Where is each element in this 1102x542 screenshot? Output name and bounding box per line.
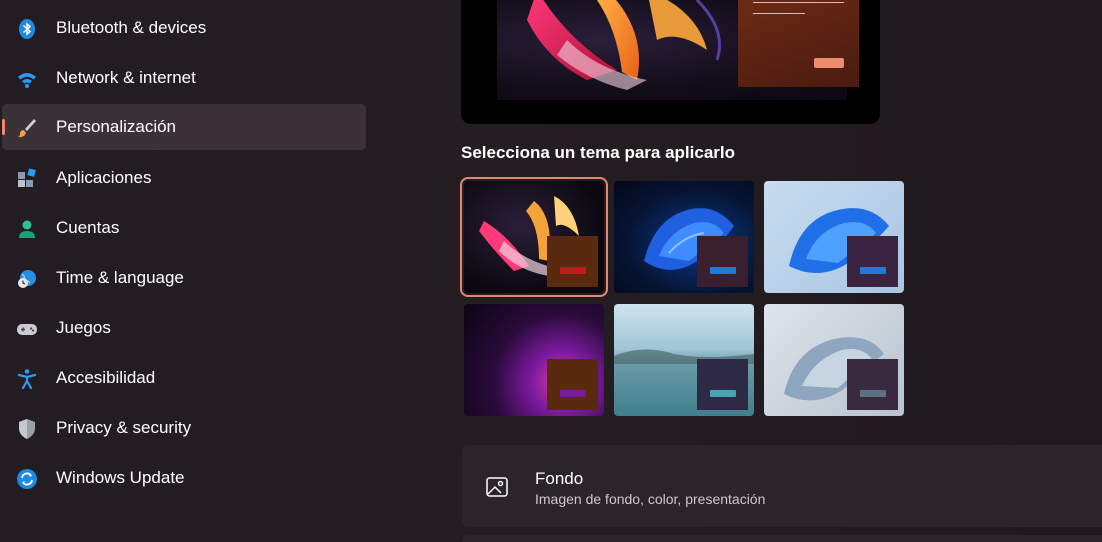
sidebar-nav: Bluetooth & devices Network & internet P…: [0, 0, 372, 542]
picture-icon: [486, 477, 508, 497]
theme-window-preview: [547, 359, 598, 410]
preview-text-line: [753, 13, 805, 14]
sidebar-item-bluetooth[interactable]: Bluetooth & devices: [2, 5, 366, 51]
theme-sunrise-light[interactable]: [764, 304, 904, 416]
sidebar-item-gaming[interactable]: Juegos: [2, 305, 366, 351]
theme-preview: [461, 0, 880, 124]
accessibility-icon: [17, 369, 37, 390]
background-setting-subtitle: Imagen de fondo, color, presentación: [535, 491, 766, 507]
sidebar-item-label: Network & internet: [56, 68, 196, 87]
background-setting-card[interactable]: Fondo Imagen de fondo, color, presentaci…: [462, 445, 1102, 527]
sidebar-item-privacy[interactable]: Privacy & security: [2, 405, 366, 451]
brush-icon: [18, 119, 36, 138]
sidebar-item-label: Aplicaciones: [56, 168, 152, 187]
gamepad-icon: [17, 324, 37, 335]
bluetooth-icon: [19, 19, 35, 39]
sidebar-item-network[interactable]: Network & internet: [2, 55, 366, 101]
sidebar-item-label: Personalización: [56, 117, 177, 136]
sidebar-item-label: Accesibilidad: [56, 368, 156, 387]
sidebar-item-label: Cuentas: [56, 218, 120, 237]
preview-text-line: [753, 2, 844, 3]
preview-accent-button: [814, 58, 844, 68]
background-setting-title: Fondo: [535, 469, 584, 488]
globe-clock-icon: [18, 270, 36, 288]
sidebar-item-label: Bluetooth & devices: [56, 18, 207, 37]
sidebar-item-windows-update[interactable]: Windows Update: [2, 455, 366, 501]
theme-window-preview: [847, 359, 898, 410]
sidebar-item-label: Time & language: [56, 268, 184, 287]
sidebar-item-accessibility[interactable]: Accesibilidad: [2, 355, 366, 401]
person-icon: [19, 220, 35, 238]
theme-window-preview: [547, 236, 598, 287]
theme-flow-lake[interactable]: [614, 304, 754, 416]
theme-glow-dark[interactable]: [460, 177, 608, 297]
theme-bloom-dark[interactable]: [614, 181, 754, 293]
selection-indicator: [2, 119, 5, 135]
theme-captured-motion[interactable]: [464, 304, 604, 416]
apps-icon: [18, 168, 36, 187]
preview-window: [738, 0, 859, 87]
settings-window: Bluetooth & devices Network & internet P…: [0, 0, 1102, 542]
theme-accent-bar: [710, 390, 736, 397]
sidebar-item-label: Windows Update: [56, 468, 185, 487]
theme-window-preview: [697, 236, 748, 287]
sidebar-item-label: Privacy & security: [56, 418, 192, 437]
shield-icon: [19, 419, 35, 439]
sidebar-item-accounts[interactable]: Cuentas: [2, 205, 366, 251]
theme-accent-bar: [860, 390, 886, 397]
sidebar-item-time-language[interactable]: Time & language: [2, 255, 366, 301]
theme-accent-bar: [560, 390, 586, 397]
theme-window-preview: [847, 236, 898, 287]
themes-section-title: Selecciona un tema para aplicarlo: [461, 143, 736, 162]
theme-accent-bar: [710, 267, 736, 274]
sidebar-item-label: Juegos: [56, 318, 111, 337]
wifi-icon: [18, 73, 36, 88]
sync-icon: [17, 469, 37, 489]
sidebar-item-apps[interactable]: Aplicaciones: [2, 155, 366, 201]
sidebar-item-personalization[interactable]: Personalización: [2, 104, 366, 150]
theme-window-preview: [697, 359, 748, 410]
theme-accent-bar: [560, 267, 586, 274]
theme-bloom-light[interactable]: [764, 181, 904, 293]
next-setting-card[interactable]: [462, 535, 1102, 542]
theme-accent-bar: [860, 267, 886, 274]
